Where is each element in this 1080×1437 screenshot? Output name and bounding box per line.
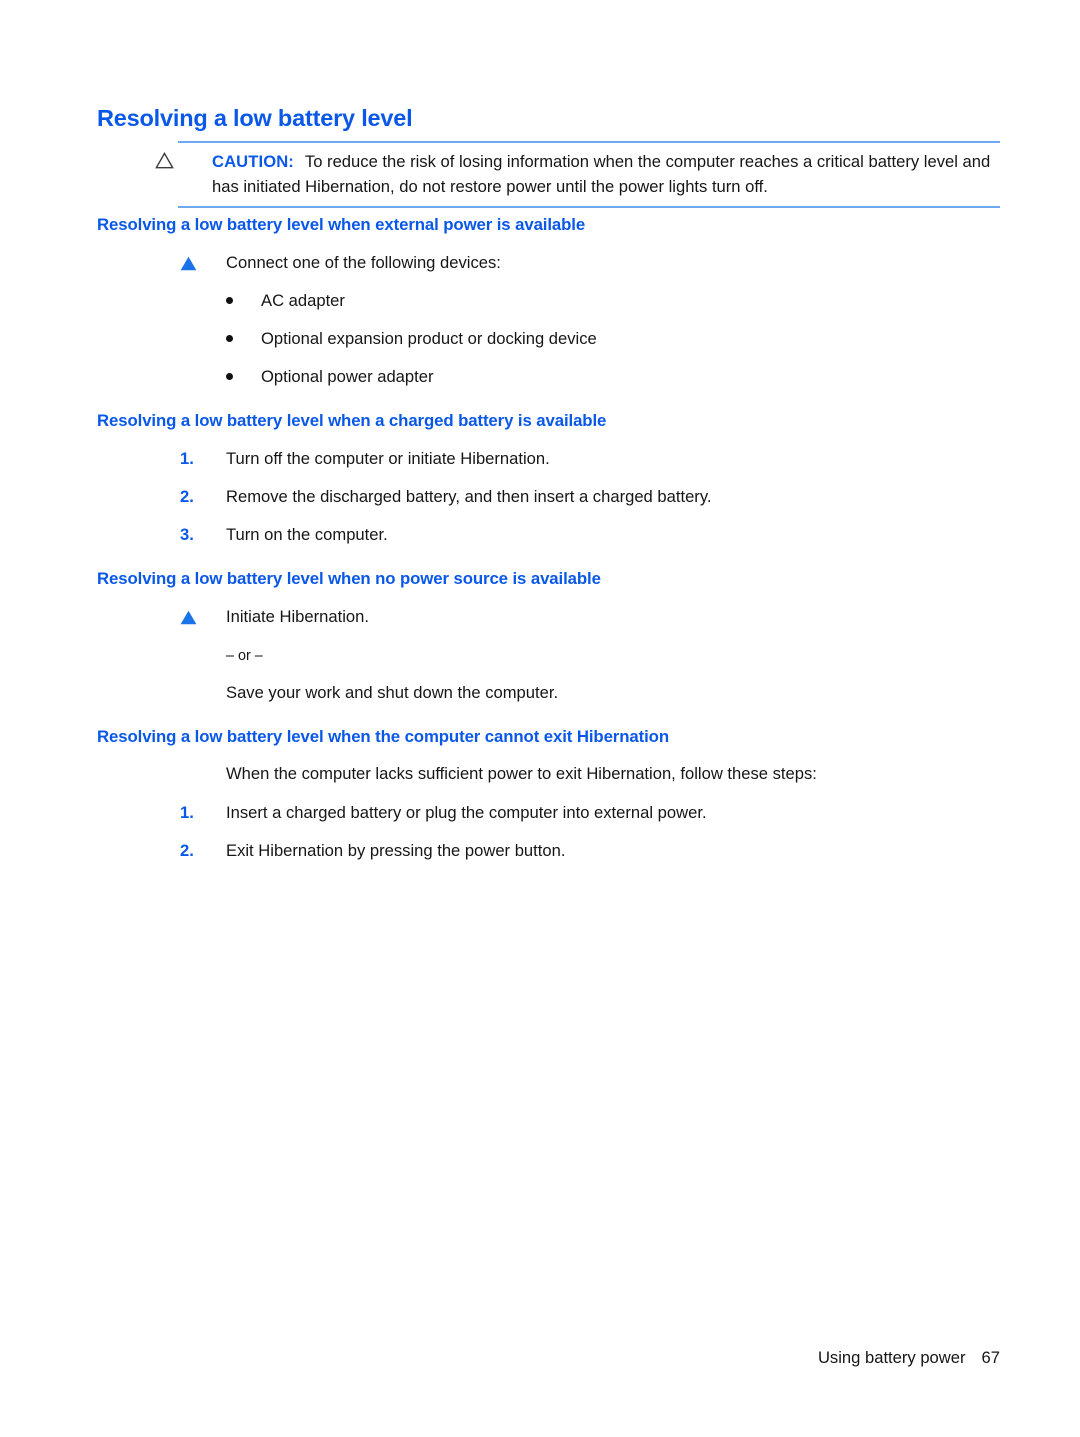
list-item: Initiate Hibernation.: [180, 605, 369, 629]
section-heading-no-power-source: Resolving a low battery level when no po…: [97, 569, 601, 588]
caution-label: CAUTION:: [212, 152, 294, 171]
footer-chapter: Using battery power: [817, 1348, 966, 1367]
blue-triangle-bullet-icon: [180, 256, 197, 271]
step-label: Remove the discharged battery, and then …: [226, 487, 712, 506]
step-number: 1.: [180, 803, 194, 822]
numbered-step: 2. Remove the discharged battery, and th…: [180, 485, 712, 509]
caution-admonition: CAUTION: To reduce the risk of losing inf…: [155, 141, 1000, 208]
document-page: Resolving a low battery level CAUTION: To…: [0, 0, 1080, 1437]
list-item-label: Connect one of the following devices:: [226, 253, 501, 272]
list-item: Connect one of the following devices:: [180, 251, 501, 275]
step-number: 2.: [180, 487, 194, 506]
step-number: 2.: [180, 841, 194, 860]
numbered-step: 1. Turn off the computer or initiate Hib…: [180, 447, 550, 471]
list-item-label: AC adapter: [261, 291, 345, 310]
numbered-step: 2. Exit Hibernation by pressing the powe…: [180, 839, 565, 863]
step-number: 3.: [180, 525, 194, 544]
page-footer: Using battery power 67: [818, 1348, 1000, 1368]
bullet-dot-icon: [226, 297, 233, 304]
step-label: Exit Hibernation by pressing the power b…: [226, 841, 566, 860]
list-item: Optional expansion product or docking de…: [226, 327, 597, 351]
caution-body: CAUTION: To reduce the risk of losing inf…: [155, 149, 1000, 199]
section-heading-external-power: Resolving a low battery level when exter…: [97, 215, 586, 234]
alternative-instruction: Save your work and shut down the compute…: [226, 683, 559, 702]
blue-triangle-bullet-icon: [180, 610, 197, 625]
bullet-dot-icon: [226, 335, 233, 342]
page-title: Resolving a low battery level: [97, 105, 413, 131]
section-heading-cannot-exit-hibernation: Resolving a low battery level when the c…: [97, 727, 669, 746]
list-item: AC adapter: [226, 289, 345, 313]
list-item-label: Optional expansion product or docking de…: [261, 329, 597, 348]
footer-page-number: 67: [981, 1348, 1000, 1367]
step-label: Insert a charged battery or plug the com…: [226, 803, 707, 822]
list-item-label: Optional power adapter: [261, 367, 434, 386]
section-intro-text: When the computer lacks sufficient power…: [226, 764, 817, 783]
step-label: Turn off the computer or initiate Hibern…: [226, 449, 550, 468]
list-item: Optional power adapter: [226, 365, 434, 389]
caution-text: To reduce the risk of losing information…: [212, 152, 991, 196]
numbered-step: 3. Turn on the computer.: [180, 523, 388, 547]
section-heading-charged-battery: Resolving a low battery level when a cha…: [97, 411, 607, 430]
caution-triangle-icon: [155, 152, 174, 169]
list-item-label: Initiate Hibernation.: [226, 607, 369, 626]
step-number: 1.: [180, 449, 194, 468]
or-separator: – or –: [226, 648, 263, 664]
bullet-dot-icon: [226, 373, 233, 380]
numbered-step: 1. Insert a charged battery or plug the …: [180, 801, 707, 825]
